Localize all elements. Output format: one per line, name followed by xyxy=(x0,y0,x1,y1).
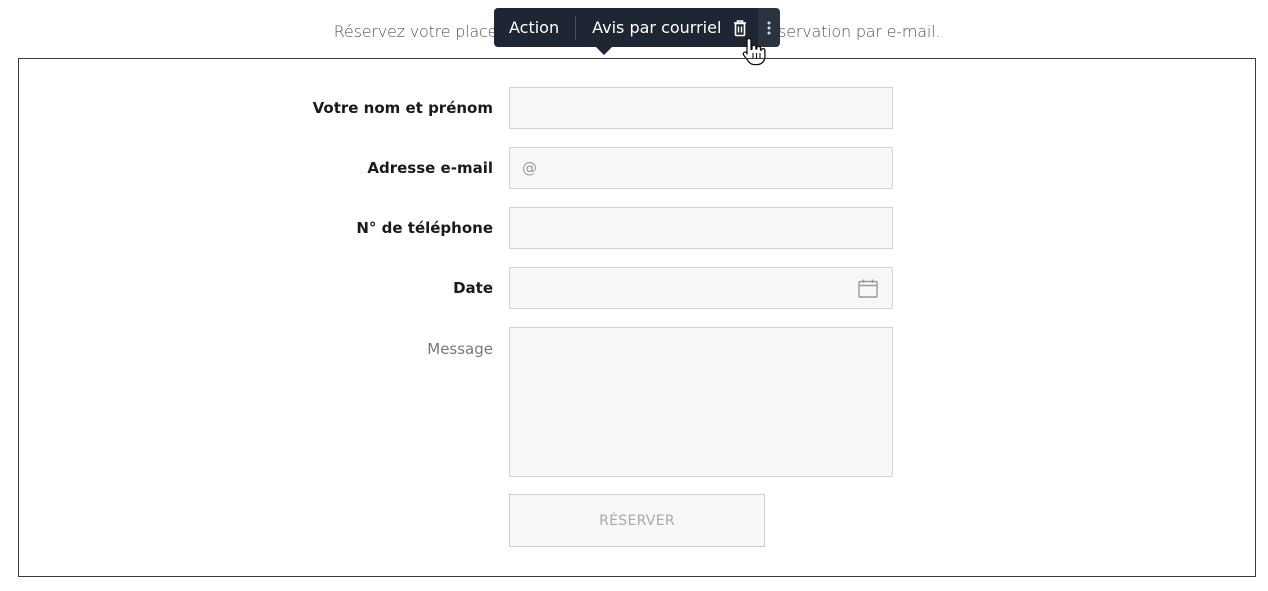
name-label: Votre nom et prénom xyxy=(312,99,493,117)
message-textarea[interactable] xyxy=(509,327,893,477)
more-vertical-icon xyxy=(767,21,771,34)
phone-input[interactable] xyxy=(509,207,893,249)
trash-icon xyxy=(734,19,746,36)
date-input[interactable] xyxy=(509,267,893,309)
intro-text-left: Réservez votre place xyxy=(333,22,498,41)
name-input[interactable] xyxy=(509,87,893,129)
date-label: Date xyxy=(453,279,493,297)
message-label: Message xyxy=(427,340,493,358)
reservation-form: Votre nom et prénom Adresse e-mail @ N° … xyxy=(18,58,1256,577)
phone-label: N° de téléphone xyxy=(356,219,493,237)
email-label: Adresse e-mail xyxy=(367,159,493,177)
element-toolbar: Action Avis par courriel xyxy=(494,8,737,55)
toolbar-divider xyxy=(575,15,577,40)
toolbar-pointer xyxy=(596,47,612,55)
email-notice-button[interactable]: Avis par courriel xyxy=(591,18,722,37)
reserve-button[interactable]: RÉSERVER xyxy=(509,494,765,547)
intro-text-right: éservation par e-mail. xyxy=(768,22,941,41)
email-input[interactable]: @ xyxy=(509,147,893,189)
action-button[interactable]: Action xyxy=(508,18,560,37)
calendar-icon[interactable] xyxy=(858,279,878,298)
